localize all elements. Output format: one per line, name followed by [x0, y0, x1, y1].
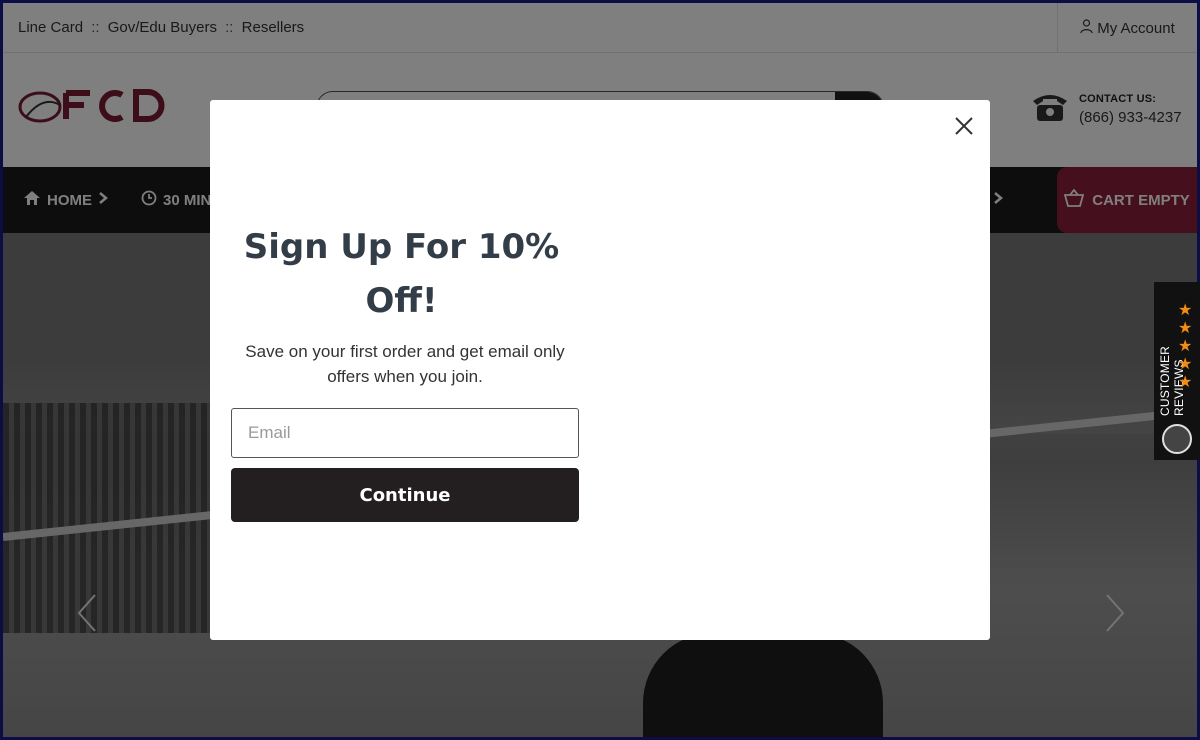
close-icon: [952, 117, 976, 142]
star-icon: ★: [1178, 302, 1193, 319]
signup-modal: Sign Up For 10% Off! Save on your first …: [210, 100, 990, 640]
close-button[interactable]: [952, 114, 976, 138]
modal-subtitle: Save on your first order and get email o…: [245, 342, 565, 386]
star-icon: ★: [1178, 338, 1193, 355]
continue-button[interactable]: Continue: [231, 468, 579, 522]
star-icon: ★: [1178, 356, 1193, 373]
star-icon: ★: [1178, 320, 1193, 337]
customer-reviews-tab[interactable]: CUSTOMER REVIEWS ★ ★ ★ ★ ★: [1154, 282, 1200, 460]
verified-reviews-seal-icon: [1162, 424, 1192, 454]
star-icon: ★: [1178, 374, 1193, 391]
modal-title: Sign Up For 10% Off!: [243, 227, 560, 321]
email-field[interactable]: [231, 408, 579, 458]
review-stars: ★ ★ ★ ★ ★: [1178, 302, 1192, 391]
